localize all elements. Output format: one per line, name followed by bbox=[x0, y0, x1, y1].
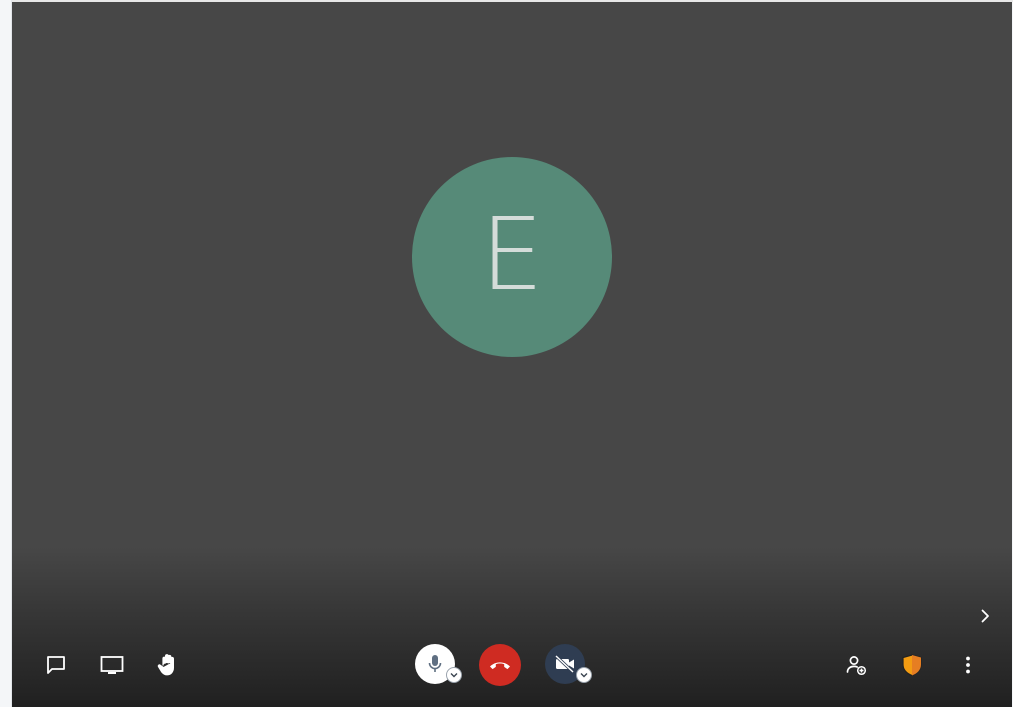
camera-options-button[interactable] bbox=[576, 667, 592, 683]
avatar-initial: E bbox=[480, 196, 544, 313]
expand-filmstrip-button[interactable] bbox=[975, 604, 995, 628]
share-screen-button[interactable] bbox=[94, 647, 130, 683]
more-button[interactable] bbox=[950, 647, 986, 683]
invite-button[interactable] bbox=[838, 647, 874, 683]
hand-icon bbox=[157, 654, 174, 676]
more-vertical-icon bbox=[966, 656, 970, 674]
participant-avatar: E bbox=[412, 157, 612, 357]
chat-button[interactable] bbox=[38, 647, 74, 683]
left-edge-strip bbox=[0, 0, 12, 707]
add-person-icon bbox=[846, 656, 867, 676]
microphone-options-button[interactable] bbox=[446, 667, 462, 683]
video-stage: E bbox=[12, 2, 1012, 707]
chevron-down-icon bbox=[580, 673, 588, 678]
shield-icon bbox=[902, 654, 922, 677]
chevron-right-icon bbox=[981, 609, 989, 623]
security-button[interactable] bbox=[894, 647, 930, 683]
screen-share-icon bbox=[100, 656, 124, 674]
hangup-button[interactable] bbox=[479, 644, 521, 686]
raise-hand-button[interactable] bbox=[150, 647, 186, 683]
microphone-icon bbox=[428, 655, 442, 672]
hangup-icon bbox=[490, 662, 510, 670]
camera-off-icon bbox=[554, 654, 575, 674]
chat-bubble-icon bbox=[47, 656, 65, 674]
chevron-down-icon bbox=[450, 673, 458, 678]
toolbar-background bbox=[12, 547, 1012, 707]
